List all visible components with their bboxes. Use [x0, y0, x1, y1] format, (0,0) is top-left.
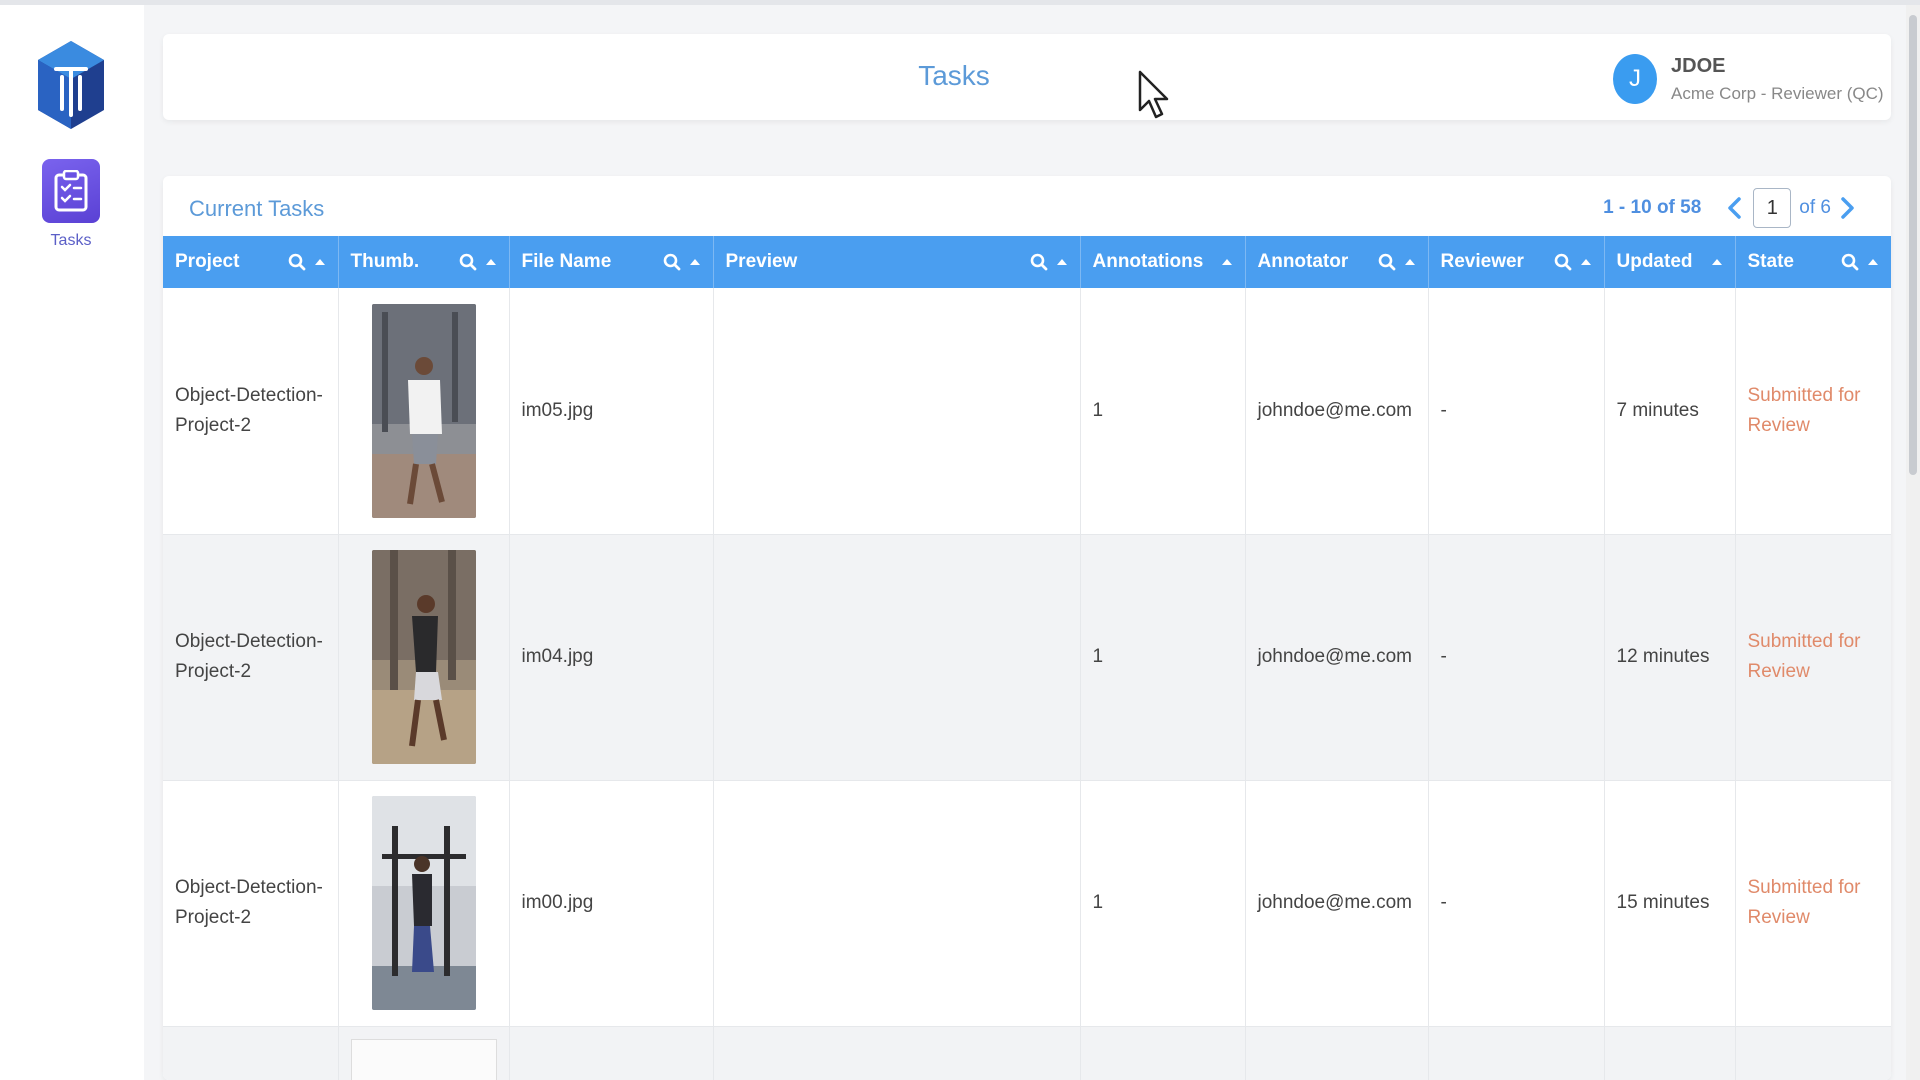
- cell-project: Object-Detection-Project-2: [163, 780, 339, 1027]
- next-page-button[interactable]: [1837, 194, 1859, 222]
- column-header-state[interactable]: State: [1735, 236, 1891, 288]
- page-count: of 6: [1799, 197, 1831, 218]
- cell-reviewer: -: [1428, 534, 1605, 781]
- cell-state: Submitted for Review: [1735, 780, 1891, 1027]
- chevron-right-icon: [1841, 197, 1854, 219]
- cell-annotator: johndoe@me.com: [1245, 780, 1429, 1027]
- table-row[interactable]: Object-Detection-Project-2 im00.jpg 1 jo…: [163, 780, 1891, 1027]
- search-icon[interactable]: [1378, 253, 1396, 271]
- column-header-thumb[interactable]: Thumb.: [338, 236, 510, 288]
- sidebar-item-tasks[interactable]: Tasks: [26, 159, 116, 259]
- cell-project: Object-Detection-Project-2: [163, 288, 339, 535]
- user-org-role: Acme Corp - Reviewer (QC): [1671, 83, 1884, 103]
- sidebar-item-tasks-tile: [42, 159, 100, 223]
- cell-annotations: 1: [1080, 288, 1246, 535]
- mouse-cursor-icon: [1138, 70, 1169, 119]
- sort-up-icon[interactable]: [1711, 258, 1723, 266]
- cell-preview[interactable]: [713, 780, 1081, 1027]
- user-menu[interactable]: J JDOE Acme Corp - Reviewer (QC): [1613, 54, 1884, 104]
- column-header-annotations[interactable]: Annotations: [1080, 236, 1246, 288]
- avatar[interactable]: J: [1613, 54, 1657, 104]
- thumbnail-image[interactable]: [371, 303, 476, 518]
- search-icon[interactable]: [459, 253, 477, 271]
- cell-reviewer: [1428, 1026, 1605, 1080]
- cell-thumb[interactable]: [338, 1026, 510, 1080]
- sort-up-icon[interactable]: [1056, 258, 1068, 266]
- cell-reviewer: -: [1428, 780, 1605, 1027]
- column-header-updated[interactable]: Updated: [1604, 236, 1736, 288]
- cell-state: Submitted for Review: [1735, 288, 1891, 535]
- cell-thumb[interactable]: [338, 780, 510, 1027]
- table-header-row: Project Thumb. File Name Preview Annotat…: [163, 236, 1891, 288]
- search-icon[interactable]: [663, 253, 681, 271]
- current-tasks-panel: Current Tasks 1 - 10 of 58 of 6 Project …: [163, 176, 1891, 1080]
- cell-annotator: johndoe@me.com: [1245, 534, 1429, 781]
- cell-updated: 7 minutes: [1604, 288, 1736, 535]
- sort-up-icon[interactable]: [485, 258, 497, 266]
- cell-thumb[interactable]: [338, 534, 510, 781]
- sort-up-icon[interactable]: [1221, 258, 1233, 266]
- cell-file-name[interactable]: [509, 1026, 714, 1080]
- table-row[interactable]: [163, 1026, 1891, 1080]
- cell-project: Object-Detection-Project-2: [163, 534, 339, 781]
- table-row[interactable]: Object-Detection-Project-2 im05.jpg 1 jo…: [163, 288, 1891, 535]
- cell-updated: 15 minutes: [1604, 780, 1736, 1027]
- cell-state: Submitted for Review: [1735, 534, 1891, 781]
- top-border: [0, 0, 1920, 5]
- thumbnail-image[interactable]: [350, 1038, 497, 1080]
- search-icon[interactable]: [1841, 253, 1859, 271]
- sort-up-icon[interactable]: [1867, 258, 1879, 266]
- sort-up-icon[interactable]: [1404, 258, 1416, 266]
- sort-up-icon[interactable]: [314, 258, 326, 266]
- chevron-left-icon: [1728, 197, 1742, 219]
- search-icon[interactable]: [1554, 253, 1572, 271]
- thumbnail-image[interactable]: [371, 550, 476, 764]
- app-logo-icon[interactable]: [36, 39, 106, 131]
- page-number-input[interactable]: [1753, 188, 1792, 228]
- pagination: 1 - 10 of 58 of 6: [1603, 188, 1859, 228]
- search-icon[interactable]: [1030, 253, 1048, 271]
- cell-preview[interactable]: [713, 534, 1081, 781]
- tasks-table: Project Thumb. File Name Preview Annotat…: [163, 236, 1891, 1080]
- prev-page-button[interactable]: [1723, 194, 1745, 222]
- page-scrollbar[interactable]: [1906, 5, 1920, 1080]
- table-row[interactable]: Object-Detection-Project-2 im04.jpg 1 jo…: [163, 534, 1891, 781]
- cell-state: [1735, 1026, 1891, 1080]
- clipboard-check-icon: [54, 170, 88, 212]
- cell-annotations: 1: [1080, 780, 1246, 1027]
- search-icon[interactable]: [288, 253, 306, 271]
- sort-up-icon[interactable]: [1580, 258, 1592, 266]
- sidebar: Tasks: [0, 5, 144, 1080]
- cell-preview[interactable]: [713, 1026, 1081, 1080]
- cell-project: [163, 1026, 339, 1080]
- user-name: JDOE: [1671, 54, 1726, 77]
- page-title: Tasks: [918, 60, 990, 91]
- sidebar-item-label: Tasks: [50, 232, 92, 249]
- cell-updated: 12 minutes: [1604, 534, 1736, 781]
- thumbnail-image[interactable]: [371, 796, 476, 1010]
- user-info: JDOE Acme Corp - Reviewer (QC): [1671, 55, 1884, 104]
- cell-annotations: [1080, 1026, 1246, 1080]
- cell-reviewer: -: [1428, 288, 1605, 535]
- cell-file-name[interactable]: im05.jpg: [509, 288, 714, 535]
- page-header: Tasks J JDOE Acme Corp - Reviewer (QC): [163, 34, 1891, 120]
- cell-annotator: johndoe@me.com: [1245, 288, 1429, 535]
- cell-file-name[interactable]: im00.jpg: [509, 780, 714, 1027]
- column-header-project[interactable]: Project: [163, 236, 339, 288]
- column-header-annotator[interactable]: Annotator: [1245, 236, 1429, 288]
- cell-annotator: [1245, 1026, 1429, 1080]
- cell-preview[interactable]: [713, 288, 1081, 535]
- cell-updated: [1604, 1026, 1736, 1080]
- panel-title: Current Tasks: [189, 196, 325, 221]
- cell-file-name[interactable]: im04.jpg: [509, 534, 714, 781]
- column-header-reviewer[interactable]: Reviewer: [1428, 236, 1605, 288]
- column-header-preview[interactable]: Preview: [713, 236, 1081, 288]
- scrollbar-thumb[interactable]: [1909, 15, 1917, 475]
- cell-annotations: 1: [1080, 534, 1246, 781]
- sort-up-icon[interactable]: [689, 258, 701, 266]
- cell-thumb[interactable]: [338, 288, 510, 535]
- pagination-range: 1 - 10 of 58: [1603, 197, 1702, 218]
- column-header-file-name[interactable]: File Name: [509, 236, 714, 288]
